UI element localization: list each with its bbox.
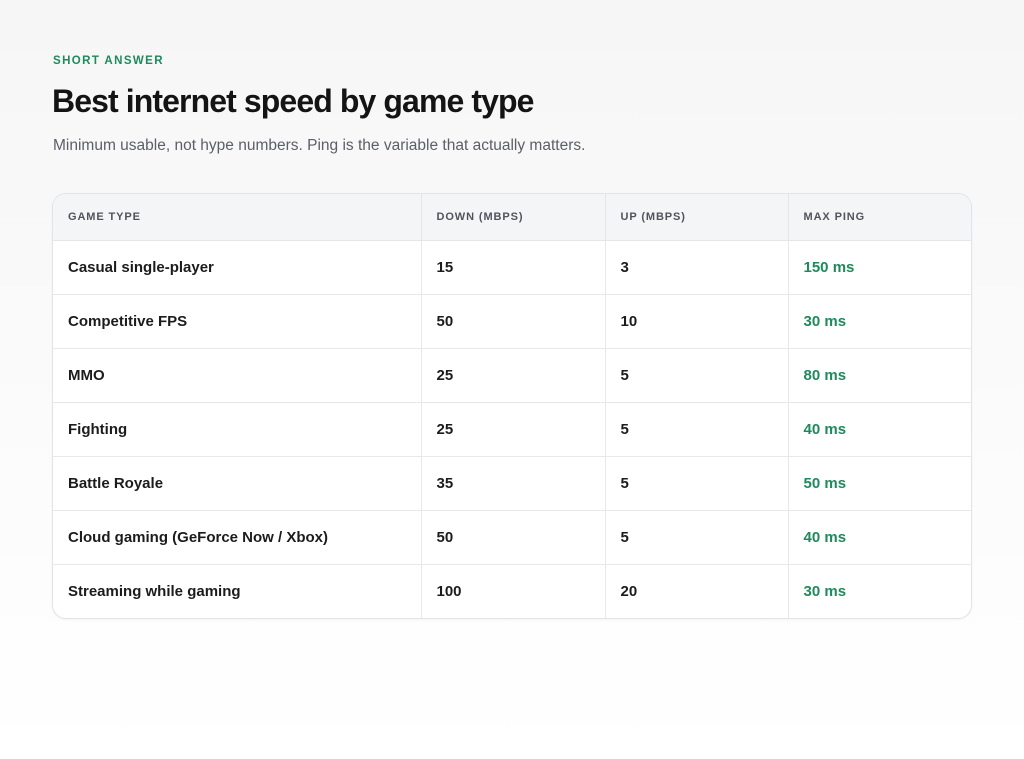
cell-max-ping: 150 ms (788, 240, 971, 295)
cell-down: 15 (421, 240, 606, 295)
table-row: Competitive FPS 50 10 30 ms (53, 294, 971, 349)
cell-up: 10 (605, 294, 789, 349)
cell-game-type: Battle Royale (53, 456, 422, 511)
cell-game-type: Casual single-player (53, 240, 422, 295)
cell-max-ping: 40 ms (788, 510, 971, 565)
cell-down: 50 (421, 294, 606, 349)
cell-max-ping: 40 ms (788, 402, 971, 457)
cell-up: 3 (605, 240, 789, 295)
table-row: Fighting 25 5 40 ms (53, 402, 971, 457)
cell-down: 35 (421, 456, 606, 511)
cell-game-type: MMO (53, 348, 422, 403)
page-title: Best internet speed by game type (52, 83, 534, 119)
cell-up: 5 (605, 510, 789, 565)
table-body: Casual single-player 15 3 150 ms Competi… (53, 240, 971, 618)
cell-down: 25 (421, 402, 606, 457)
column-header-up: UP (MBPS) (605, 194, 789, 241)
column-header-max-ping: MAX PING (788, 194, 971, 241)
table-row: MMO 25 5 80 ms (53, 348, 971, 403)
cell-game-type: Cloud gaming (GeForce Now / Xbox) (53, 510, 422, 565)
column-header-down: DOWN (MBPS) (421, 194, 606, 241)
table-row: Casual single-player 15 3 150 ms (53, 240, 971, 295)
cell-down: 50 (421, 510, 606, 565)
page-subtitle: Minimum usable, not hype numbers. Ping i… (53, 137, 586, 154)
cell-game-type: Competitive FPS (53, 294, 422, 349)
speed-table-card: GAME TYPE DOWN (MBPS) UP (MBPS) MAX PING… (52, 193, 972, 619)
table-header: GAME TYPE DOWN (MBPS) UP (MBPS) MAX PING (53, 194, 971, 241)
cell-up: 5 (605, 456, 789, 511)
cell-game-type: Fighting (53, 402, 422, 457)
column-header-game-type: GAME TYPE (53, 194, 422, 241)
speed-table: GAME TYPE DOWN (MBPS) UP (MBPS) MAX PING… (53, 194, 971, 618)
page: SHORT ANSWER Best internet speed by game… (0, 0, 1024, 759)
cell-game-type: Streaming while gaming (53, 564, 422, 618)
table-row: Battle Royale 35 5 50 ms (53, 456, 971, 511)
header-row: GAME TYPE DOWN (MBPS) UP (MBPS) MAX PING (53, 194, 971, 241)
table-row: Cloud gaming (GeForce Now / Xbox) 50 5 4… (53, 510, 971, 565)
cell-max-ping: 50 ms (788, 456, 971, 511)
eyebrow-label: SHORT ANSWER (53, 55, 164, 67)
cell-down: 100 (421, 564, 606, 618)
cell-up: 20 (605, 564, 789, 618)
cell-down: 25 (421, 348, 606, 403)
cell-max-ping: 80 ms (788, 348, 971, 403)
table-row: Streaming while gaming 100 20 30 ms (53, 564, 971, 618)
cell-up: 5 (605, 348, 789, 403)
cell-max-ping: 30 ms (788, 294, 971, 349)
cell-max-ping: 30 ms (803, 583, 847, 600)
cell-up: 5 (605, 402, 789, 457)
